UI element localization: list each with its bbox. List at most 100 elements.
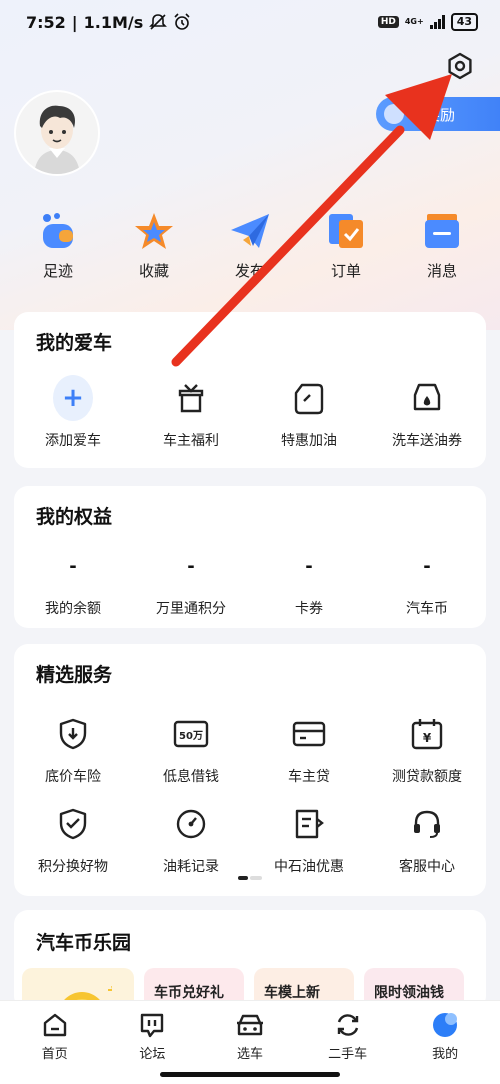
gauge-icon — [176, 809, 206, 839]
svg-text:50万: 50万 — [179, 730, 203, 742]
coin-park-title: 汽车币乐园 — [36, 932, 132, 954]
owner-loan-label: 车主贷 — [288, 769, 330, 785]
settings-icon — [448, 52, 472, 80]
status-speed: 1.1M/s — [83, 12, 144, 32]
points-item[interactable]: - 万里通积分 — [132, 556, 250, 618]
order-icon — [329, 214, 363, 248]
quick-label: 发布 — [234, 262, 265, 280]
headset-icon — [414, 810, 440, 838]
gift-icon — [178, 384, 204, 413]
add-car-label: 添加爱车 — [45, 433, 101, 449]
quick-item-message[interactable]: 消息 — [402, 210, 482, 290]
car-coin-label: 汽车币 — [406, 601, 448, 617]
forum-icon — [141, 1013, 164, 1038]
tab-label: 选车 — [236, 1047, 263, 1062]
points-exchange-label: 积分换好物 — [38, 859, 108, 875]
tab-label: 我的 — [432, 1047, 459, 1062]
car-coin-item[interactable]: - 汽车币 — [368, 556, 486, 618]
car-wash-button[interactable]: 洗车送油券 — [368, 378, 486, 450]
mute-icon — [149, 14, 168, 30]
status-bar: 7:52 | 1.1M/s HD 4G+ 43 — [0, 0, 500, 44]
settings-button[interactable] — [442, 48, 478, 84]
balance-label: 我的余额 — [45, 601, 101, 617]
status-divider: | — [71, 12, 78, 32]
home-icon — [43, 1013, 66, 1037]
fuel-discount-button[interactable]: 特惠加油 — [250, 378, 368, 450]
reward-coin-icon — [384, 104, 404, 124]
owner-benefits-button[interactable]: 车主福利 — [132, 378, 250, 450]
car-wash-label: 洗车送油券 — [392, 433, 462, 449]
quick-label: 消息 — [426, 262, 457, 280]
owner-loan-button[interactable]: 车主贷 — [250, 714, 368, 786]
tab-home[interactable]: 首页 — [10, 1011, 100, 1084]
car-model-label: 车模上新 — [264, 985, 320, 1001]
quick-label: 足迹 — [42, 262, 73, 280]
avatar[interactable] — [16, 92, 98, 174]
add-car-button[interactable]: + 添加爱车 — [14, 375, 132, 450]
signal-icon — [429, 15, 445, 29]
alarm-icon — [174, 13, 190, 30]
paper-plane-icon — [231, 214, 269, 248]
loan-button[interactable]: 50万 低息借钱 — [132, 714, 250, 786]
shield-check-icon — [59, 808, 87, 840]
insurance-button[interactable]: 底价车险 — [14, 714, 132, 786]
message-icon — [425, 214, 459, 248]
coupons-value: - — [305, 556, 313, 577]
coupons-item[interactable]: - 卡券 — [250, 556, 368, 618]
points-exchange-button[interactable]: 积分换好物 — [14, 804, 132, 876]
my-car-card: 我的爱车 + 添加爱车 车主福利 特惠加油 洗车送油券 — [14, 312, 486, 468]
fuel-record-label: 油耗记录 — [163, 859, 219, 875]
quick-item-footprint[interactable]: 足迹 — [18, 210, 98, 290]
star-icon — [135, 213, 173, 249]
petrochina-label: 中石油优惠 — [274, 859, 344, 875]
card-icon — [292, 721, 326, 747]
fuel-record-button[interactable]: 油耗记录 — [132, 804, 250, 876]
calendar-yuan-icon: ¥ — [411, 719, 443, 750]
fuel-money-label: 限时领油钱 — [374, 985, 444, 1001]
quick-label: 收藏 — [138, 262, 169, 280]
owner-benefits-label: 车主福利 — [163, 433, 219, 449]
home-indicator — [160, 1072, 340, 1077]
points-label: 万里通积分 — [156, 601, 226, 617]
quick-item-order[interactable]: 订单 — [306, 210, 386, 290]
loan-quota-button[interactable]: ¥ 测贷款额度 — [368, 714, 486, 786]
battery-level: 43 — [450, 13, 478, 31]
tab-mine[interactable]: 我的 — [400, 1011, 490, 1084]
quick-actions: 足迹 收藏 发布 订单 消息 — [0, 210, 500, 290]
services-title: 精选服务 — [36, 664, 113, 686]
reward-button[interactable]: 领奖励 — [376, 97, 500, 131]
page-indicator — [238, 876, 262, 880]
my-car-title: 我的爱车 — [36, 332, 113, 354]
equity-card: 我的权益 - 我的余额 - 万里通积分 - 卡券 - 汽车币 — [14, 486, 486, 628]
tab-label: 二手车 — [328, 1047, 368, 1062]
profile-icon — [433, 1013, 458, 1037]
svg-text:¥: ¥ — [423, 731, 432, 745]
petrochina-button[interactable]: 中石油优惠 — [250, 804, 368, 876]
tab-label: 首页 — [41, 1047, 68, 1062]
loan-quota-label: 测贷款额度 — [392, 769, 462, 785]
refresh-icon — [337, 1014, 358, 1036]
services-card: 精选服务 底价车险 50万 低息借钱 车主贷 ¥ 测贷款额度 积分换好物 油耗记… — [14, 644, 486, 896]
customer-service-button[interactable]: 客服中心 — [368, 804, 486, 876]
balance-value: - — [69, 556, 77, 577]
reward-label: 领奖励 — [410, 105, 456, 124]
money-50-icon: 50万 — [173, 720, 209, 748]
quick-item-favorite[interactable]: 收藏 — [114, 210, 194, 290]
receipt-icon — [295, 809, 324, 839]
car-wash-icon — [413, 383, 441, 411]
tab-label: 论坛 — [139, 1047, 166, 1062]
network-type: 4G+ — [404, 17, 424, 26]
fuel-can-icon — [294, 383, 324, 415]
plus-icon: + — [53, 375, 93, 421]
footprint-icon — [43, 213, 73, 248]
cartoon-avatar-icon — [16, 92, 98, 174]
status-time: 7:52 — [26, 12, 66, 32]
balance-item[interactable]: - 我的余额 — [14, 556, 132, 618]
quick-item-publish[interactable]: 发布 — [210, 210, 290, 290]
points-value: - — [187, 556, 195, 577]
fuel-discount-label: 特惠加油 — [281, 433, 337, 449]
shield-down-icon — [59, 718, 87, 750]
insurance-label: 底价车险 — [45, 769, 101, 785]
coupons-label: 卡券 — [295, 601, 323, 617]
equity-title: 我的权益 — [36, 506, 113, 528]
